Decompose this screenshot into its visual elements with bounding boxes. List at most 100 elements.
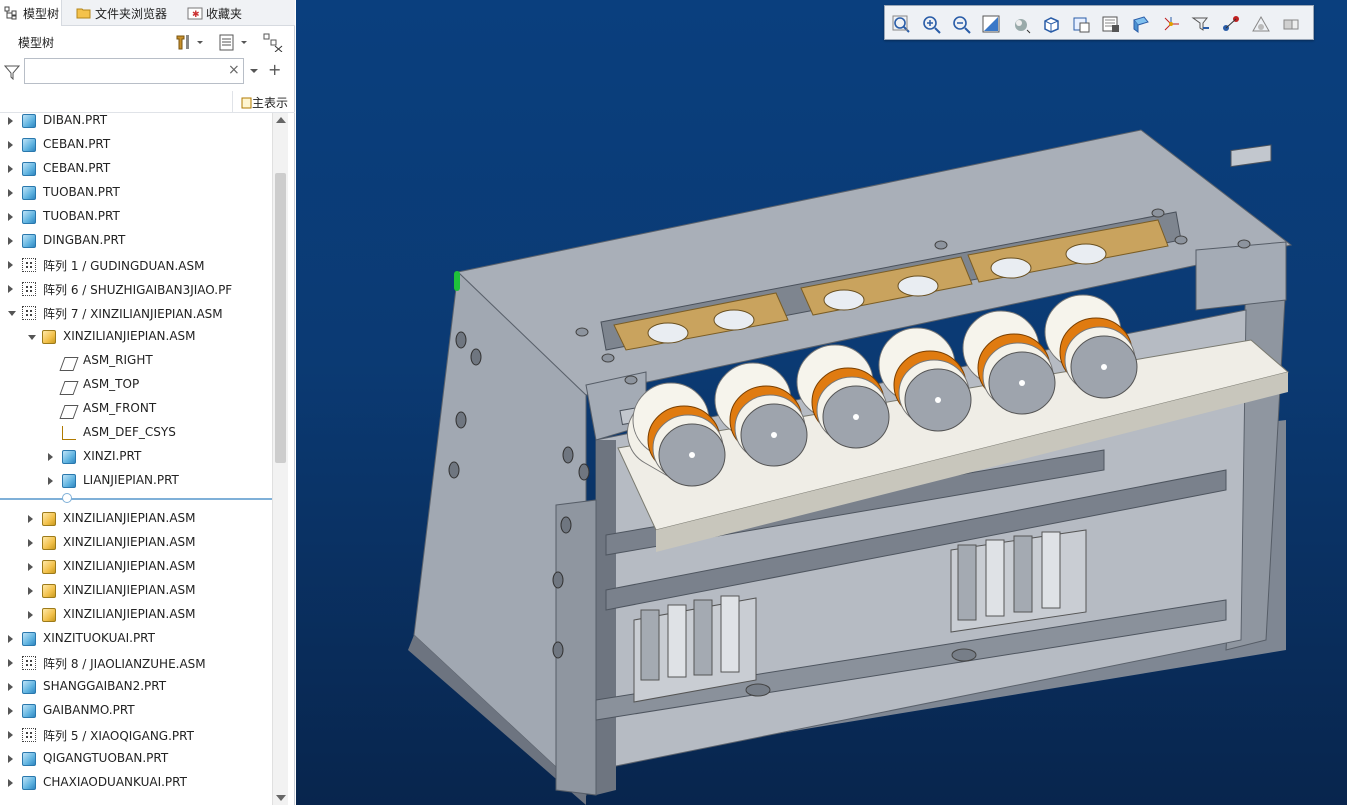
graphics-window[interactable] bbox=[296, 0, 1347, 805]
expand-right-icon[interactable] bbox=[8, 141, 13, 149]
expand-right-icon[interactable] bbox=[8, 707, 13, 715]
display-style-button[interactable] bbox=[1011, 14, 1031, 34]
tree-insert-line[interactable] bbox=[0, 498, 272, 500]
expand-right-icon[interactable] bbox=[8, 659, 13, 667]
assembly-model[interactable] bbox=[296, 0, 1347, 805]
expand-right-icon[interactable] bbox=[8, 755, 13, 763]
tab-model-tree[interactable]: 模型树 bbox=[0, 0, 62, 26]
tree-item-label: CHAXIAODUANKUAI.PRT bbox=[43, 775, 187, 789]
expand-right-icon[interactable] bbox=[8, 117, 13, 125]
expand-right-icon[interactable] bbox=[8, 635, 13, 643]
tree-item[interactable]: XINZILIANJIEPIAN.ASM bbox=[0, 556, 272, 578]
tree-item[interactable]: ASM_TOP bbox=[0, 374, 272, 396]
datum-display-button[interactable] bbox=[1161, 14, 1181, 34]
tree-item[interactable]: 阵列 1 / GUDINGDUAN.ASM bbox=[0, 254, 272, 276]
expand-right-icon[interactable] bbox=[28, 539, 33, 547]
expand-right-icon[interactable] bbox=[48, 453, 53, 461]
expand-right-icon[interactable] bbox=[28, 563, 33, 571]
tree-item-label: XINZITUOKUAI.PRT bbox=[43, 631, 155, 645]
expand-right-icon[interactable] bbox=[8, 731, 13, 739]
tree-item[interactable]: DINGBAN.PRT bbox=[0, 230, 272, 252]
tree-item[interactable]: TUOBAN.PRT bbox=[0, 182, 272, 204]
tree-item-label: DIBAN.PRT bbox=[43, 113, 108, 127]
list-icon bbox=[219, 34, 247, 51]
zoom-out-button[interactable] bbox=[951, 14, 971, 34]
assembly-icon bbox=[42, 608, 56, 622]
tree-item-label: 阵列 6 / SHUZHIGAIBAN3JIAO.PF bbox=[43, 283, 233, 297]
clear-search-icon[interactable]: × bbox=[228, 62, 240, 78]
tree-item[interactable]: 阵列 5 / XIAOQIGANG.PRT bbox=[0, 724, 272, 746]
tree-item[interactable]: GAIBANMO.PRT bbox=[0, 700, 272, 722]
scroll-down-icon[interactable] bbox=[276, 795, 286, 801]
tree-header: 模型树 bbox=[0, 28, 295, 56]
section-button[interactable] bbox=[1281, 14, 1301, 34]
snapshot-button[interactable] bbox=[1251, 14, 1271, 34]
tree-item[interactable]: ASM_FRONT bbox=[0, 398, 272, 420]
tree-item[interactable]: ASM_DEF_CSYS bbox=[0, 422, 272, 444]
datum-plane-icon bbox=[59, 405, 79, 419]
expand-right-icon[interactable] bbox=[28, 587, 33, 595]
tree-item[interactable]: XINZI.PRT bbox=[0, 446, 272, 468]
tree-item[interactable]: CHAXIAODUANKUAI.PRT bbox=[0, 772, 272, 794]
perspective-button[interactable] bbox=[1101, 14, 1121, 34]
tree-item[interactable]: QIGANGTUOBAN.PRT bbox=[0, 748, 272, 770]
zoom-in-button[interactable] bbox=[921, 14, 941, 34]
expand-right-icon[interactable] bbox=[8, 683, 13, 691]
tree-item[interactable]: 阵列 7 / XINZILIANJIEPIAN.ASM bbox=[0, 302, 272, 324]
saved-orientations-button[interactable] bbox=[1041, 14, 1061, 34]
filter-funnel-icon[interactable] bbox=[3, 64, 21, 83]
tree-item[interactable]: 阵列 6 / SHUZHIGAIBAN3JIAO.PF bbox=[0, 278, 272, 300]
settings-tools-button[interactable] bbox=[174, 32, 204, 52]
annotation-display-button[interactable] bbox=[1191, 14, 1211, 34]
tree-scrollbar[interactable] bbox=[272, 113, 288, 805]
hole bbox=[745, 683, 771, 697]
expand-down-icon[interactable] bbox=[8, 311, 16, 316]
view-manager-button[interactable] bbox=[1071, 14, 1091, 34]
tree-item-label: GAIBANMO.PRT bbox=[43, 703, 135, 717]
expand-right-icon[interactable] bbox=[8, 779, 13, 787]
tree-item[interactable]: DIBAN.PRT bbox=[0, 110, 272, 132]
tree-item[interactable]: XINZILIANJIEPIAN.ASM bbox=[0, 508, 272, 530]
expand-right-icon[interactable] bbox=[48, 477, 53, 485]
tree-filter-button[interactable] bbox=[262, 32, 284, 52]
svg-text:✱: ✱ bbox=[192, 10, 200, 20]
tree-item[interactable]: XINZILIANJIEPIAN.ASM bbox=[0, 326, 272, 348]
expand-right-icon[interactable] bbox=[28, 515, 33, 523]
search-input[interactable] bbox=[24, 58, 244, 84]
tab-favorites[interactable]: ✱ 收藏夹 bbox=[183, 0, 263, 26]
tree-item[interactable]: TUOBAN.PRT bbox=[0, 206, 272, 228]
expand-right-icon[interactable] bbox=[28, 611, 33, 619]
repaint-button[interactable] bbox=[981, 14, 1001, 34]
right-block[interactable] bbox=[1195, 241, 1287, 311]
expand-right-icon[interactable] bbox=[8, 189, 13, 197]
tree-item[interactable]: XINZILIANJIEPIAN.ASM bbox=[0, 532, 272, 554]
scroll-thumb[interactable] bbox=[275, 173, 286, 463]
scroll-up-icon[interactable] bbox=[276, 117, 286, 123]
expand-right-icon[interactable] bbox=[8, 285, 13, 293]
tree-item[interactable]: ASM_RIGHT bbox=[0, 350, 272, 372]
insert-here-handle[interactable] bbox=[62, 493, 72, 503]
refit-button[interactable] bbox=[891, 14, 911, 34]
appearance-button[interactable] bbox=[1131, 14, 1151, 34]
tree-item[interactable]: XINZITUOKUAI.PRT bbox=[0, 628, 272, 650]
tree-item[interactable]: SHANGGAIBAN2.PRT bbox=[0, 676, 272, 698]
tab-folder-browser[interactable]: 文件夹浏览器 bbox=[72, 0, 178, 26]
expand-right-icon[interactable] bbox=[8, 261, 13, 269]
tree-item[interactable]: XINZILIANJIEPIAN.ASM bbox=[0, 604, 272, 626]
tree-item[interactable]: 阵列 8 / JIAOLIANZUHE.ASM bbox=[0, 652, 272, 674]
tree-item-label: ASM_FRONT bbox=[83, 401, 157, 415]
expand-right-icon[interactable] bbox=[8, 237, 13, 245]
tree-item[interactable]: CEBAN.PRT bbox=[0, 134, 272, 156]
tree-item[interactable]: XINZILIANJIEPIAN.ASM bbox=[0, 580, 272, 602]
add-icon[interactable]: + bbox=[268, 60, 281, 79]
expand-down-icon[interactable] bbox=[28, 335, 36, 340]
tree-item[interactable]: LIANJIEPIAN.PRT bbox=[0, 470, 272, 492]
expand-right-icon[interactable] bbox=[8, 213, 13, 221]
tree-item[interactable]: CEBAN.PRT bbox=[0, 158, 272, 180]
show-options-button[interactable] bbox=[217, 32, 247, 52]
column-main-representation[interactable]: 主表示 bbox=[241, 94, 291, 111]
tree-item-label: TUOBAN.PRT bbox=[43, 209, 120, 223]
spin-center-button[interactable] bbox=[1221, 14, 1241, 34]
search-dropdown-icon[interactable] bbox=[249, 65, 259, 79]
expand-right-icon[interactable] bbox=[8, 165, 13, 173]
